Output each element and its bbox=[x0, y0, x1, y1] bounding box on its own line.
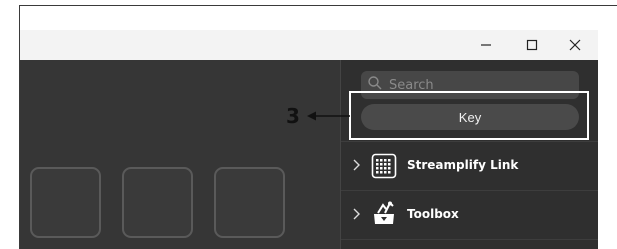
category-label: Streamplify Link bbox=[407, 158, 519, 172]
maximize-button[interactable] bbox=[509, 30, 555, 60]
key-slot[interactable] bbox=[30, 167, 101, 238]
callout-arrow-icon bbox=[307, 111, 350, 121]
screenshot-border-top bbox=[19, 5, 617, 6]
chevron-right-icon bbox=[353, 159, 360, 171]
category-label: Toolbox bbox=[407, 207, 459, 221]
close-icon bbox=[569, 39, 581, 51]
category-streamplify-link[interactable]: Streamplify Link bbox=[341, 141, 598, 191]
keyboard-grid-icon bbox=[371, 153, 397, 179]
title-bar bbox=[20, 30, 598, 60]
highlight-box bbox=[349, 91, 589, 140]
search-icon bbox=[368, 76, 382, 90]
actions-panel: Key Streamplify Link bbox=[341, 60, 598, 249]
toolbox-icon bbox=[374, 201, 394, 224]
minimize-button[interactable] bbox=[463, 30, 509, 60]
category-toolbox[interactable]: Toolbox bbox=[341, 191, 598, 240]
key-slot[interactable] bbox=[122, 167, 193, 238]
chevron-right-icon bbox=[353, 208, 360, 220]
close-button[interactable] bbox=[552, 30, 598, 60]
key-slot[interactable] bbox=[214, 167, 285, 238]
deck-canvas bbox=[20, 60, 340, 249]
callout-number: 3 bbox=[286, 104, 300, 128]
maximize-icon bbox=[526, 39, 538, 51]
minimize-icon bbox=[481, 44, 491, 46]
